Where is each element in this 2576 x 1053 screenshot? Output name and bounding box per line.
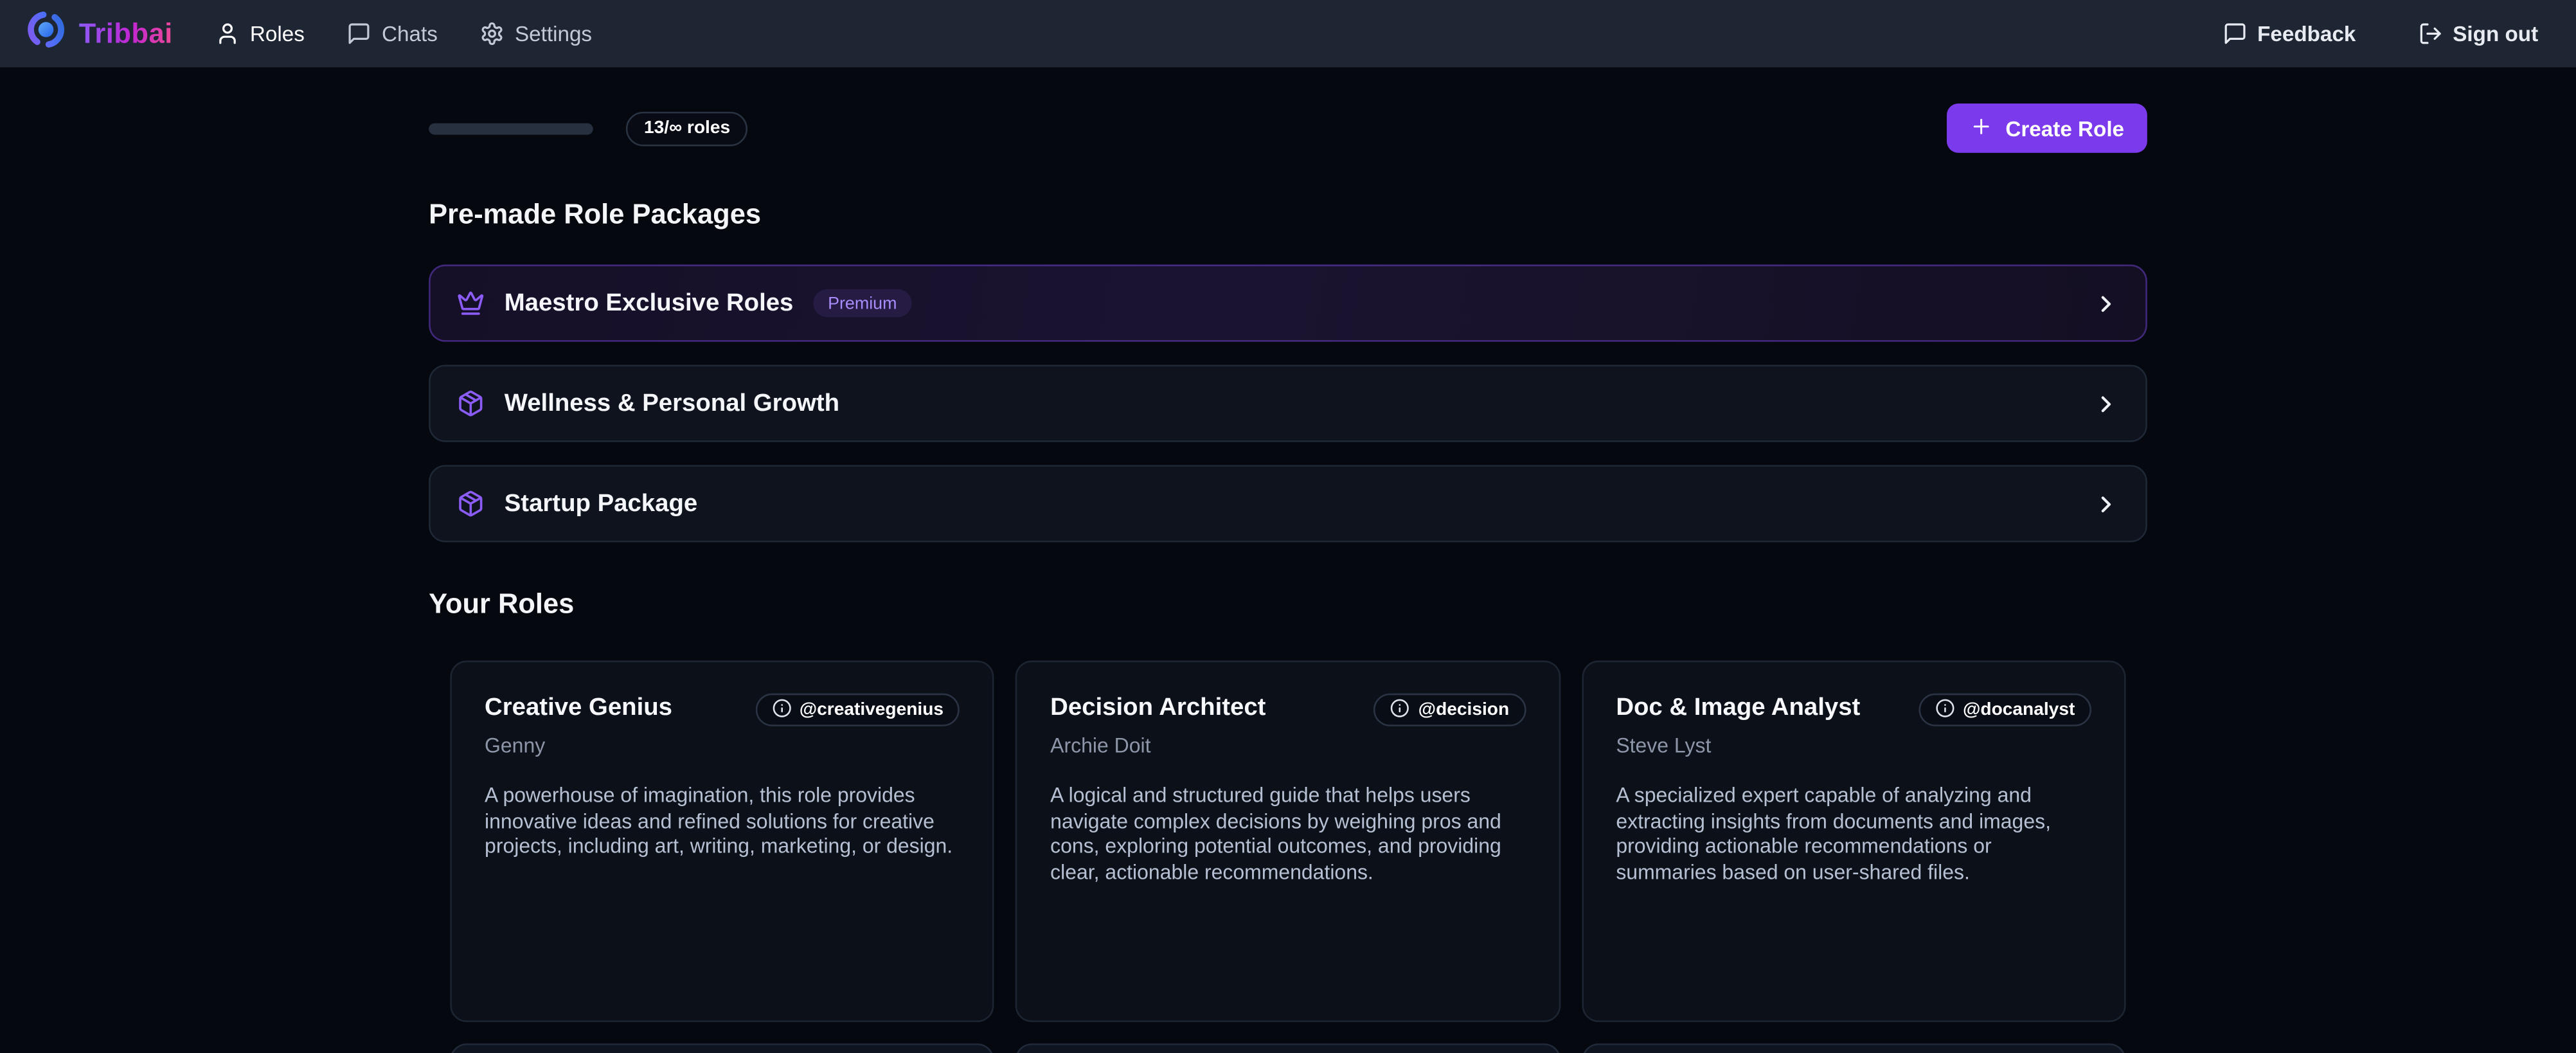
- role-handle-badge[interactable]: @docanalyst: [1919, 694, 2091, 726]
- chevron-right-icon: [2093, 390, 2119, 417]
- package-title: Maestro Exclusive Roles: [505, 289, 794, 317]
- roles-toolbar: 13/∞ roles Create Role: [429, 104, 2147, 153]
- role-card-description: A powerhouse of imagination, this role p…: [485, 784, 960, 861]
- tribbai-logo-icon: [24, 8, 67, 59]
- role-card-subtitle: Genny: [485, 735, 960, 758]
- create-role-button[interactable]: Create Role: [1946, 104, 2147, 153]
- brand-logo[interactable]: Tribbai: [24, 8, 172, 59]
- role-card-description: A logical and structured guide that help…: [1050, 784, 1526, 886]
- gear-icon: [480, 21, 505, 46]
- signout-label: Sign out: [2453, 21, 2538, 46]
- premium-badge: Premium: [813, 289, 911, 317]
- role-handle: @docanalyst: [1963, 700, 2075, 720]
- chevron-right-icon: [2093, 491, 2119, 517]
- package-title: Wellness & Personal Growth: [505, 390, 839, 417]
- info-icon: [1935, 698, 1955, 722]
- info-icon: [1390, 698, 1410, 722]
- roles-card-grid-row-2: [429, 1043, 2147, 1053]
- role-handle: @creativegenius: [800, 700, 944, 720]
- main-nav: Roles Chats Settings: [215, 21, 592, 46]
- crown-icon: [457, 289, 485, 317]
- chevron-right-icon: [2093, 290, 2119, 316]
- role-card-subtitle: Steve Lyst: [1616, 735, 2091, 758]
- create-role-label: Create Role: [2005, 116, 2124, 140]
- topbar: Tribbai Roles Chats: [0, 0, 2576, 68]
- package-title: Startup Package: [505, 490, 697, 518]
- nav-label: Roles: [250, 21, 305, 46]
- role-card-title: Decision Architect: [1050, 692, 1266, 723]
- brand-name: Tribbai: [79, 17, 173, 50]
- page: Tribbai Roles Chats: [0, 0, 2576, 1053]
- premade-section-title: Pre-made Role Packages: [429, 201, 2147, 228]
- package-row-startup[interactable]: Startup Package: [429, 465, 2147, 542]
- role-card-title: Doc & Image Analyst: [1616, 692, 1860, 723]
- nav-item-chats[interactable]: Chats: [347, 21, 438, 46]
- roles-card-grid: Creative Genius @creativegenius Genny A …: [429, 661, 2147, 1022]
- nav-label: Chats: [382, 21, 438, 46]
- user-icon: [215, 21, 240, 46]
- plus-icon: [1969, 114, 1992, 142]
- package-row-maestro[interactable]: Maestro Exclusive Roles Premium: [429, 265, 2147, 342]
- feedback-bubble-icon: [2223, 21, 2247, 46]
- package-list: Maestro Exclusive Roles Premium Wellness…: [429, 265, 2147, 543]
- nav-item-roles[interactable]: Roles: [215, 21, 305, 46]
- roles-progress-bar: [429, 122, 593, 134]
- nav-item-settings[interactable]: Settings: [480, 21, 592, 46]
- feedback-label: Feedback: [2257, 21, 2356, 46]
- role-handle: @decision: [1418, 700, 1510, 720]
- nav-label: Settings: [515, 21, 592, 46]
- role-card-partial[interactable]: [1016, 1043, 1561, 1053]
- signout-button[interactable]: Sign out: [2419, 21, 2539, 46]
- roles-count-badge: 13/∞ roles: [626, 111, 748, 146]
- role-card-doc-image-analyst[interactable]: Doc & Image Analyst @docanalyst Steve Ly…: [1582, 661, 2126, 1022]
- role-card-description: A specialized expert capable of analyzin…: [1616, 784, 2091, 886]
- package-row-wellness[interactable]: Wellness & Personal Growth: [429, 364, 2147, 442]
- role-card-title: Creative Genius: [485, 692, 672, 723]
- chat-bubble-icon: [347, 21, 371, 46]
- logout-icon: [2419, 21, 2443, 46]
- role-card-subtitle: Archie Doit: [1050, 735, 1526, 758]
- role-card-partial[interactable]: [450, 1043, 994, 1053]
- feedback-button[interactable]: Feedback: [2223, 21, 2356, 46]
- package-icon: [457, 390, 485, 417]
- role-handle-badge[interactable]: @creativegenius: [755, 694, 960, 726]
- role-card-partial[interactable]: [1582, 1043, 2126, 1053]
- package-icon: [457, 490, 485, 518]
- role-handle-badge[interactable]: @decision: [1374, 694, 1526, 726]
- role-card-creative-genius[interactable]: Creative Genius @creativegenius Genny A …: [450, 661, 994, 1022]
- info-icon: [771, 698, 791, 722]
- your-roles-section-title: Your Roles: [429, 590, 2147, 618]
- role-card-decision-architect[interactable]: Decision Architect @decision Archie Doit…: [1016, 661, 1561, 1022]
- main-content: 13/∞ roles Create Role Pre-made Role Pac…: [429, 104, 2147, 1053]
